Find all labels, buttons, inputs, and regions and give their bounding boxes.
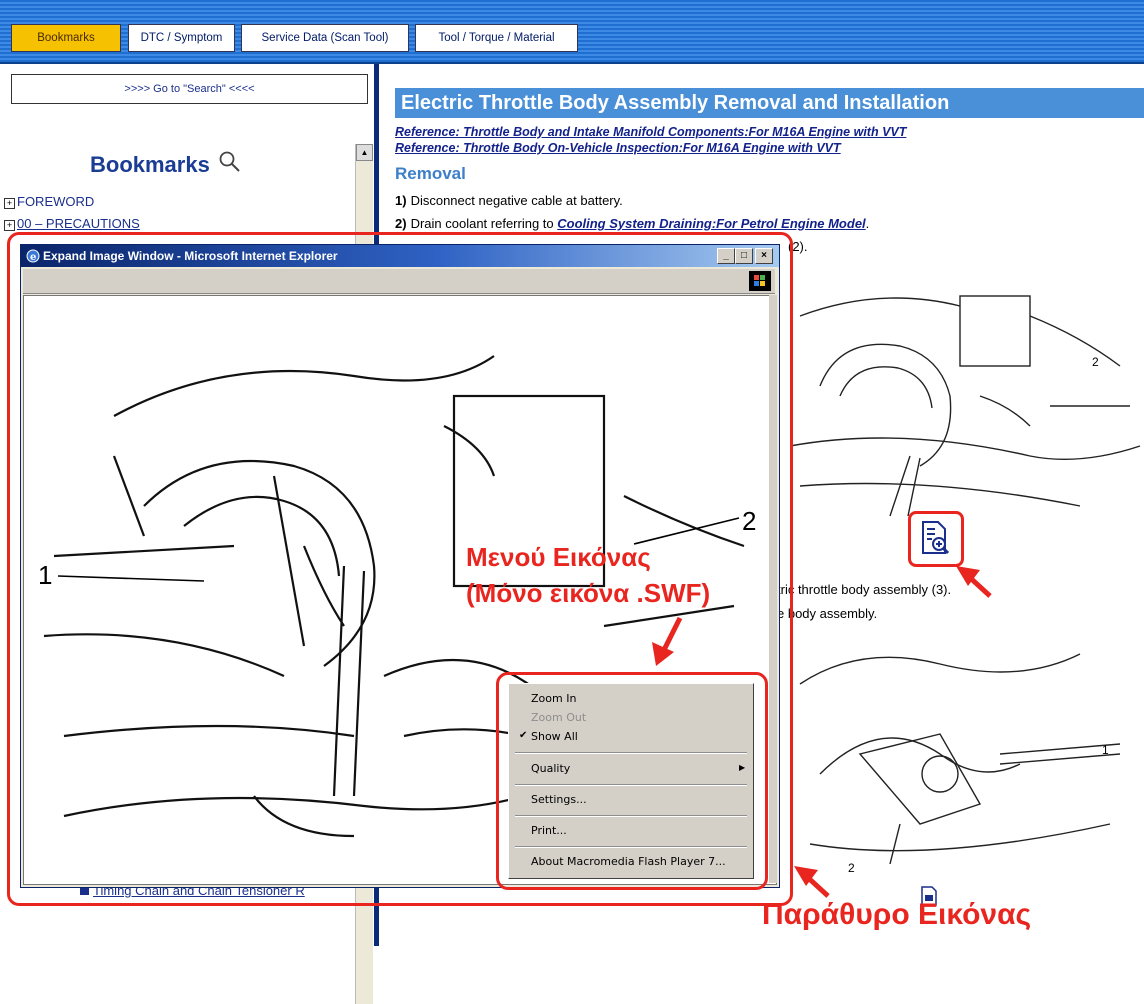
scroll-up-arrow-icon[interactable]: ▲ xyxy=(356,144,373,161)
tab-service-data[interactable]: Service Data (Scan Tool) xyxy=(241,24,409,52)
annotation-window-label: Παράθυρο Εικόνας xyxy=(762,898,1032,931)
search-icon[interactable] xyxy=(218,150,242,174)
throttle-figure-bottom: 1 2 xyxy=(799,653,1121,874)
figure-label-2: 2 xyxy=(1092,355,1099,369)
step-4-fragment: tric throttle body assembly (3). xyxy=(777,582,952,597)
bookmark-item-precautions[interactable]: +00 – PRECAUTIONS xyxy=(4,216,140,231)
top-tab-bar: Bookmarks DTC / Symptom Service Data (Sc… xyxy=(0,0,1144,64)
step-text: Drain coolant referring to xyxy=(410,216,558,231)
step-number: 2) xyxy=(395,216,407,231)
step-tail: . xyxy=(865,216,870,231)
bookmarks-heading: Bookmarks xyxy=(90,152,210,177)
zoom-image-icon xyxy=(922,521,950,555)
step-text: Disconnect negative cable at battery. xyxy=(410,193,623,208)
goto-search-label: >>>> Go to "Search" <<<< xyxy=(124,83,255,95)
figure-label-1: 1 xyxy=(1102,743,1109,757)
tab-dtc-symptom[interactable]: DTC / Symptom xyxy=(128,24,235,52)
reference-link-inspection[interactable]: Reference: Throttle Body On-Vehicle Insp… xyxy=(395,141,841,155)
bookmark-label: FOREWORD xyxy=(17,194,95,209)
tab-bookmarks[interactable]: Bookmarks xyxy=(11,24,121,52)
bookmark-item-foreword[interactable]: + FOREWORD xyxy=(4,194,94,209)
step-number: 1) xyxy=(395,193,407,208)
tab-tool-torque[interactable]: Tool / Torque / Material xyxy=(415,24,578,52)
bookmark-label: 00 – PRECAUTIONS xyxy=(17,216,140,231)
annotation-menu-title: Μενού Εικόνας xyxy=(466,542,651,572)
removal-heading: Removal xyxy=(395,164,466,183)
reference-link-components[interactable]: Reference: Throttle Body and Intake Mani… xyxy=(395,125,906,139)
throttle-figure-top: 2 xyxy=(789,295,1141,517)
expand-icon[interactable]: + xyxy=(4,220,15,231)
step-1: 1) Disconnect negative cable at battery. xyxy=(395,193,623,208)
zoom-image-button[interactable] xyxy=(908,511,964,567)
cooling-system-draining-link[interactable]: Cooling System Draining:For Petrol Engin… xyxy=(557,216,865,231)
annotation-menu-subtitle: (Μόνο εικόνα .SWF) xyxy=(466,578,711,608)
step-2: 2) Drain coolant referring to Cooling Sys… xyxy=(395,216,869,231)
figure-label-2: 2 xyxy=(848,861,855,874)
context-menu-highlight xyxy=(496,672,768,890)
page-title: Electric Throttle Body Assembly Removal … xyxy=(395,88,1144,118)
expand-icon[interactable]: + xyxy=(4,198,15,209)
goto-search-button[interactable]: >>>> Go to "Search" <<<< xyxy=(11,74,368,104)
